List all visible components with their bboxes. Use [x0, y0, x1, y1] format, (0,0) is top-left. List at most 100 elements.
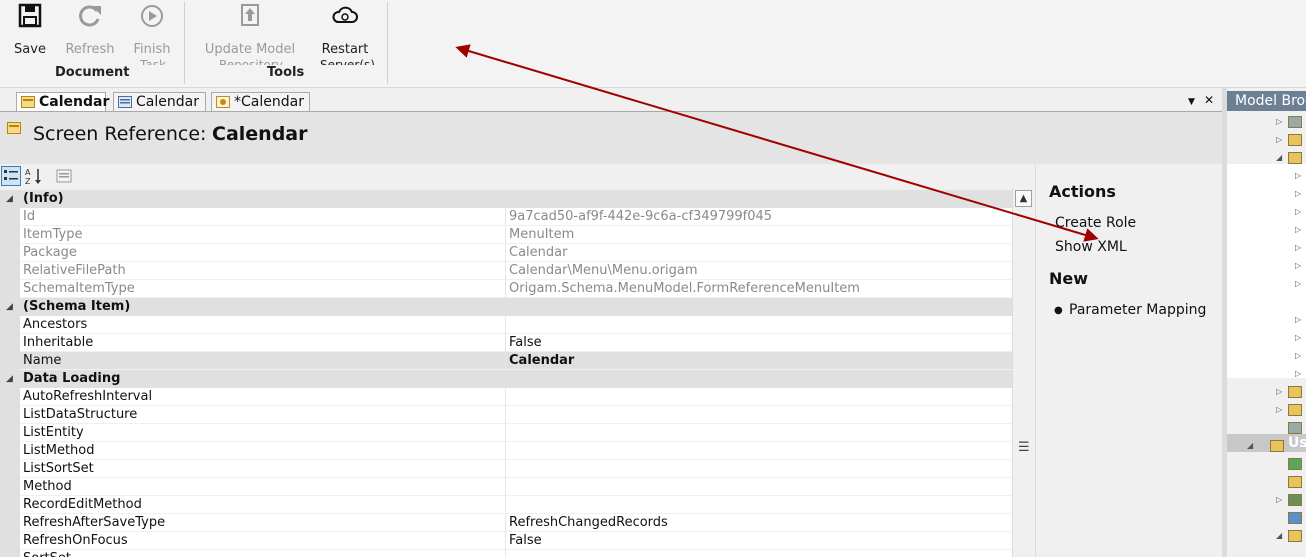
row-gutter: [0, 280, 20, 298]
expand-icon[interactable]: ▷: [1295, 351, 1301, 360]
parameter-mapping-link[interactable]: Parameter Mapping: [1069, 302, 1206, 318]
tab-dropdown-button[interactable]: ▼: [1188, 97, 1195, 107]
restart-server-button[interactable]: Restart: [316, 0, 374, 62]
expand-icon[interactable]: ▷: [1295, 243, 1301, 252]
property-pages-icon[interactable]: [54, 166, 74, 186]
expand-icon[interactable]: ▷: [1276, 495, 1282, 504]
grid-property-row[interactable]: ItemType MenuItem: [0, 226, 1012, 244]
collapse-icon[interactable]: ◢: [6, 298, 13, 316]
refresh-button[interactable]: Refresh: [62, 0, 118, 62]
collapse-icon[interactable]: ◢: [6, 370, 13, 388]
expand-icon[interactable]: ▷: [1295, 279, 1301, 288]
row-gutter: [0, 442, 20, 460]
tab-calendar-modified[interactable]: *Calendar: [211, 92, 310, 112]
new-heading: New: [1049, 269, 1089, 288]
grid-property-row[interactable]: ListDataStructure: [0, 406, 1012, 424]
folder-icon: [1288, 386, 1302, 398]
update-model-label: Update Model: [204, 42, 296, 57]
expand-icon[interactable]: ▷: [1276, 117, 1282, 126]
grid-property-row[interactable]: RefreshAfterSaveType RefreshChangedRecord…: [0, 514, 1012, 532]
expand-icon[interactable]: ◢: [1247, 441, 1253, 450]
app-window: Save Refresh Finish Task Document Update…: [0, 0, 1306, 557]
categorized-view-icon[interactable]: [1, 166, 21, 186]
screen-reference-icon: [7, 122, 21, 134]
property-value[interactable]: Calendar\Menu\Menu.origam: [509, 262, 698, 280]
grid-property-row[interactable]: Id 9a7cad50-af9f-442e-9c6a-cf349799f045: [0, 208, 1012, 226]
scroll-grip-icon[interactable]: ☰: [1018, 440, 1030, 455]
column-divider: [505, 226, 506, 244]
scroll-up-button[interactable]: ▲: [1015, 190, 1032, 207]
grid-property-row[interactable]: Package Calendar: [0, 244, 1012, 262]
property-value[interactable]: False: [509, 334, 542, 352]
grid-property-row[interactable]: Name Calendar: [0, 352, 1012, 370]
collapse-icon[interactable]: ◢: [6, 190, 13, 208]
expand-icon[interactable]: ▷: [1276, 405, 1282, 414]
create-role-link[interactable]: Create Role: [1055, 215, 1136, 231]
expand-icon[interactable]: ▷: [1295, 189, 1301, 198]
upload-icon: [241, 4, 259, 26]
property-name: Id: [23, 209, 36, 224]
expand-icon[interactable]: ▷: [1295, 207, 1301, 216]
tree-node-icon: [1288, 512, 1302, 524]
grid-property-row[interactable]: ListSortSet: [0, 460, 1012, 478]
row-gutter: [0, 352, 20, 370]
property-value[interactable]: MenuItem: [509, 226, 574, 244]
grid-property-row[interactable]: RelativeFilePath Calendar\Menu\Menu.origa…: [0, 262, 1012, 280]
tab-label: Calendar: [39, 94, 110, 110]
tab-calendar-screen-reference[interactable]: Calendar: [16, 92, 110, 112]
show-xml-link[interactable]: Show XML: [1055, 239, 1127, 255]
grid-category-row[interactable]: ◢ (Schema Item): [0, 298, 1012, 316]
row-gutter: [0, 226, 20, 244]
property-value[interactable]: RefreshChangedRecords: [509, 514, 668, 532]
save-button[interactable]: Save: [8, 0, 52, 62]
column-divider: [505, 388, 506, 406]
expand-icon[interactable]: ◢: [1276, 531, 1282, 540]
grid-property-row[interactable]: SortSet: [0, 550, 1012, 557]
grid-property-row[interactable]: RefreshOnFocus False: [0, 532, 1012, 550]
expand-icon[interactable]: ◢: [1276, 153, 1282, 162]
property-value[interactable]: 9a7cad50-af9f-442e-9c6a-cf349799f045: [509, 208, 772, 226]
folder-icon: [1288, 134, 1302, 146]
expand-icon[interactable]: ▷: [1276, 135, 1282, 144]
image-icon: [1288, 494, 1302, 506]
grid-property-row[interactable]: SchemaItemType Origam.Schema.MenuModel.Fo…: [0, 280, 1012, 298]
grid-property-row[interactable]: ListMethod: [0, 442, 1012, 460]
row-gutter: [0, 406, 20, 424]
column-divider: [505, 316, 506, 334]
finish-task-button[interactable]: Finish: [128, 0, 176, 62]
expand-icon[interactable]: ▷: [1276, 387, 1282, 396]
expand-icon[interactable]: ▷: [1295, 225, 1301, 234]
column-divider: [505, 424, 506, 442]
property-value[interactable]: Calendar: [509, 244, 567, 262]
grid-property-row[interactable]: ListEntity: [0, 424, 1012, 442]
expand-icon[interactable]: ▷: [1295, 261, 1301, 270]
update-model-button[interactable]: Update Model: [200, 0, 300, 62]
property-name: AutoRefreshInterval: [23, 389, 153, 404]
grid-property-row[interactable]: Method: [0, 478, 1012, 496]
property-name: RelativeFilePath: [23, 263, 126, 278]
property-value[interactable]: Calendar: [509, 352, 574, 370]
row-gutter: [0, 208, 20, 226]
tab-label: *Calendar: [234, 94, 304, 110]
tab-close-button[interactable]: ✕: [1204, 93, 1214, 107]
expand-icon[interactable]: ▷: [1295, 369, 1301, 378]
column-divider: [505, 334, 506, 352]
expand-icon[interactable]: ▷: [1295, 315, 1301, 324]
grid-property-row[interactable]: Inheritable False: [0, 334, 1012, 352]
column-divider: [505, 208, 506, 226]
grid-category-row[interactable]: ◢ Data Loading: [0, 370, 1012, 388]
grid-property-row[interactable]: AutoRefreshInterval: [0, 388, 1012, 406]
row-gutter: [0, 262, 20, 280]
property-value[interactable]: False: [509, 532, 542, 550]
alphabetical-sort-icon[interactable]: A Z: [24, 166, 44, 186]
expand-icon[interactable]: ▷: [1295, 171, 1301, 180]
property-grid-scrollbar[interactable]: ▲ ☰: [1012, 188, 1034, 557]
expand-icon[interactable]: ▷: [1295, 333, 1301, 342]
grid-property-row[interactable]: Ancestors: [0, 316, 1012, 334]
tab-calendar-menu[interactable]: Calendar: [113, 92, 206, 112]
grid-property-row[interactable]: RecordEditMethod: [0, 496, 1012, 514]
property-value[interactable]: Origam.Schema.MenuModel.FormReferenceMen…: [509, 280, 860, 298]
property-name: SchemaItemType: [23, 281, 135, 296]
form-icon: [118, 96, 132, 108]
grid-category-row[interactable]: ◢ (Info): [0, 190, 1012, 208]
